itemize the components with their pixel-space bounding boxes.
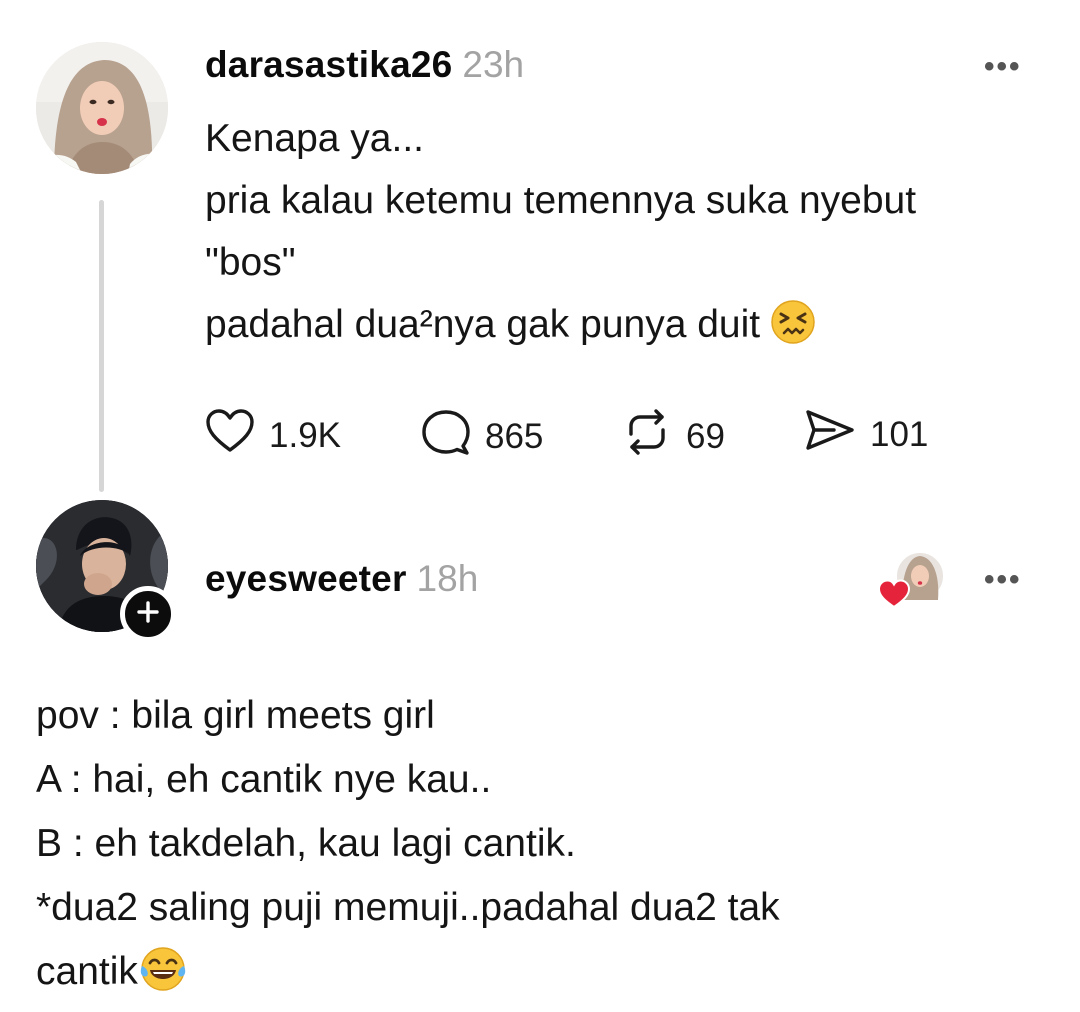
- post-text-line: Kenapa ya...: [205, 117, 424, 160]
- post-text-line: "bos": [205, 241, 296, 284]
- comment-bubble-icon: [421, 408, 471, 465]
- post-text-line: pov : bila girl meets girl: [36, 694, 435, 737]
- send-icon: [804, 408, 856, 461]
- repost-button[interactable]: 69: [622, 408, 725, 465]
- post-text-line: *dua2 saling puji memuji..padahal dua2 t…: [36, 886, 780, 929]
- more-options-icon[interactable]: •••: [984, 52, 1022, 82]
- post-text-line: pria kalau ketemu temennya suka nyebut: [205, 179, 917, 222]
- like-count: 1.9K: [269, 415, 341, 455]
- heart-icon: [205, 408, 255, 463]
- post-text: Kenapa ya... pria kalau ketemu temennya …: [205, 108, 916, 364]
- post-header: darasastika26 23h: [205, 44, 524, 86]
- author-avatar[interactable]: [36, 42, 168, 174]
- confounded-face-emoji: [770, 299, 816, 364]
- post-timestamp: 23h: [462, 44, 525, 85]
- post-text: pov : bila girl meets girl A : hai, eh c…: [36, 684, 780, 1012]
- post-text-line: cantik: [36, 950, 138, 993]
- share-count: 101: [870, 414, 929, 454]
- author-username[interactable]: darasastika26: [205, 44, 452, 85]
- liked-by-author-indicator: [876, 549, 946, 611]
- reply-count: 865: [485, 416, 544, 456]
- author-username[interactable]: eyesweeter: [205, 558, 407, 599]
- repost-count: 69: [686, 416, 725, 456]
- post-text-line: B : eh takdelah, kau lagi cantik.: [36, 822, 576, 865]
- post-header: eyesweeter 18h: [205, 558, 478, 600]
- post-text-line: padahal dua²nya gak punya duit: [205, 303, 761, 346]
- post-timestamp: 18h: [416, 558, 479, 599]
- more-options-icon[interactable]: •••: [984, 565, 1022, 595]
- avatar-photo: [36, 42, 168, 174]
- post-text-line: A : hai, eh cantik nye kau..: [36, 758, 492, 801]
- plus-icon: [136, 600, 160, 629]
- post-text-line-with-emoji: padahal dua²nya gak punya duit: [205, 294, 916, 364]
- tears-of-joy-emoji: [140, 946, 186, 1012]
- follow-button[interactable]: [120, 586, 176, 642]
- share-button[interactable]: 101: [804, 408, 928, 461]
- post-text-line-with-emoji: cantik: [36, 940, 780, 1012]
- repost-icon: [622, 408, 672, 465]
- like-button[interactable]: 1.9K: [205, 408, 341, 463]
- thread-connector-line: [99, 200, 104, 492]
- liked-by-author-heart-icon: [877, 579, 911, 614]
- reply-button[interactable]: 865: [421, 408, 543, 465]
